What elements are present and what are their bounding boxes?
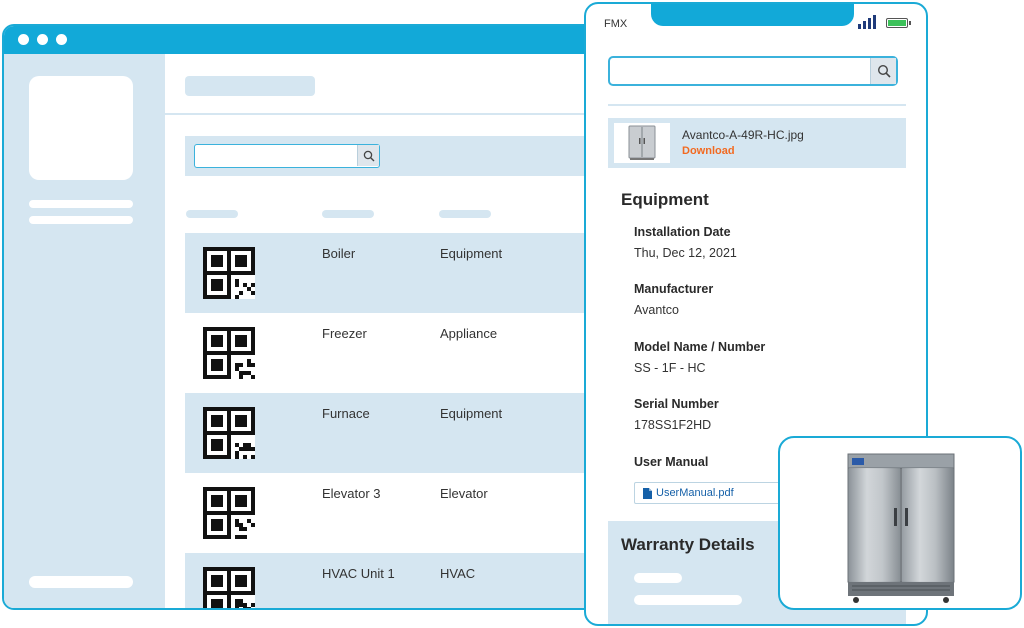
table-row[interactable]: Furnace Equipment — [185, 393, 605, 473]
qr-code — [203, 407, 255, 459]
qr-code — [203, 567, 255, 608]
asset-name: HVAC Unit 1 — [322, 566, 395, 581]
warranty-placeholder — [634, 595, 742, 605]
attachment-filename: Avantco-A-49R-HC.jpg — [682, 128, 804, 142]
field-value: Thu, Dec 12, 2021 — [634, 246, 737, 260]
table-row[interactable]: HVAC Unit 1 HVAC — [185, 553, 605, 608]
field-label: User Manual — [634, 455, 709, 469]
field-label: Installation Date — [634, 225, 731, 239]
search-icon[interactable] — [357, 145, 379, 166]
qr-code — [203, 487, 255, 539]
page-title-placeholder — [185, 76, 315, 96]
battery-icon — [886, 18, 911, 28]
window-dot[interactable] — [18, 34, 29, 45]
sidebar-footer-placeholder[interactable] — [29, 576, 133, 588]
sidebar — [4, 54, 165, 608]
attachment-thumbnail — [614, 123, 670, 163]
user-manual-filename: UserManual.pdf — [656, 487, 734, 499]
column-header-placeholder — [322, 210, 374, 218]
field-label: Model Name / Number — [634, 340, 766, 354]
phone-search-input[interactable] — [608, 56, 898, 86]
asset-name: Elevator 3 — [322, 486, 381, 501]
field-value: 178SS1F2HD — [634, 418, 712, 432]
column-header-placeholder — [439, 210, 491, 218]
table-row[interactable]: Elevator 3 Elevator — [185, 473, 605, 553]
field-value: Avantco — [634, 303, 679, 317]
sidebar-avatar-placeholder — [29, 76, 133, 180]
marketing-composite: Boiler Equipment Freezer Appliance Furna… — [0, 0, 1024, 628]
asset-type: Appliance — [440, 326, 498, 341]
table-row[interactable]: Freezer Appliance — [185, 313, 605, 393]
window-dot[interactable] — [37, 34, 48, 45]
qr-code — [203, 247, 255, 299]
section-title: Equipment — [621, 190, 709, 209]
divider — [165, 113, 620, 115]
asset-type: Elevator — [440, 486, 488, 501]
asset-name: Freezer — [322, 326, 367, 341]
refrigerator-image — [847, 453, 955, 603]
sidebar-nav-placeholder[interactable] — [29, 200, 133, 208]
search-band — [185, 136, 605, 176]
pdf-file-icon — [643, 487, 652, 499]
divider — [608, 104, 906, 106]
column-header-placeholder — [186, 210, 238, 218]
product-image-card — [778, 436, 1022, 610]
field-label: Manufacturer — [634, 282, 714, 296]
asset-name: Boiler — [322, 246, 356, 261]
phone-notch — [651, 4, 854, 26]
field-value: SS - 1F - HC — [634, 361, 706, 375]
asset-type: Equipment — [440, 406, 503, 421]
desktop-window: Boiler Equipment Freezer Appliance Furna… — [2, 24, 622, 610]
field-label: Serial Number — [634, 397, 719, 411]
attachment-card[interactable]: Avantco-A-49R-HC.jpg Download — [608, 118, 906, 168]
table-row[interactable]: Boiler Equipment — [185, 233, 605, 313]
window-dot[interactable] — [56, 34, 67, 45]
warranty-title: Warranty Details — [621, 535, 755, 554]
desktop-search-input[interactable] — [194, 144, 380, 168]
download-link[interactable]: Download — [682, 145, 735, 157]
warranty-placeholder — [634, 573, 682, 583]
window-titlebar — [4, 26, 620, 54]
asset-name: Furnace — [322, 406, 370, 421]
asset-type: HVAC — [440, 566, 476, 581]
qr-code — [203, 327, 255, 379]
signal-icon — [858, 15, 876, 29]
carrier-label: FMX — [604, 18, 628, 30]
sidebar-nav-placeholder[interactable] — [29, 216, 133, 224]
search-icon[interactable] — [870, 58, 896, 84]
asset-type: Equipment — [440, 246, 503, 261]
user-manual-file[interactable]: UserManual.pdf — [634, 482, 784, 504]
